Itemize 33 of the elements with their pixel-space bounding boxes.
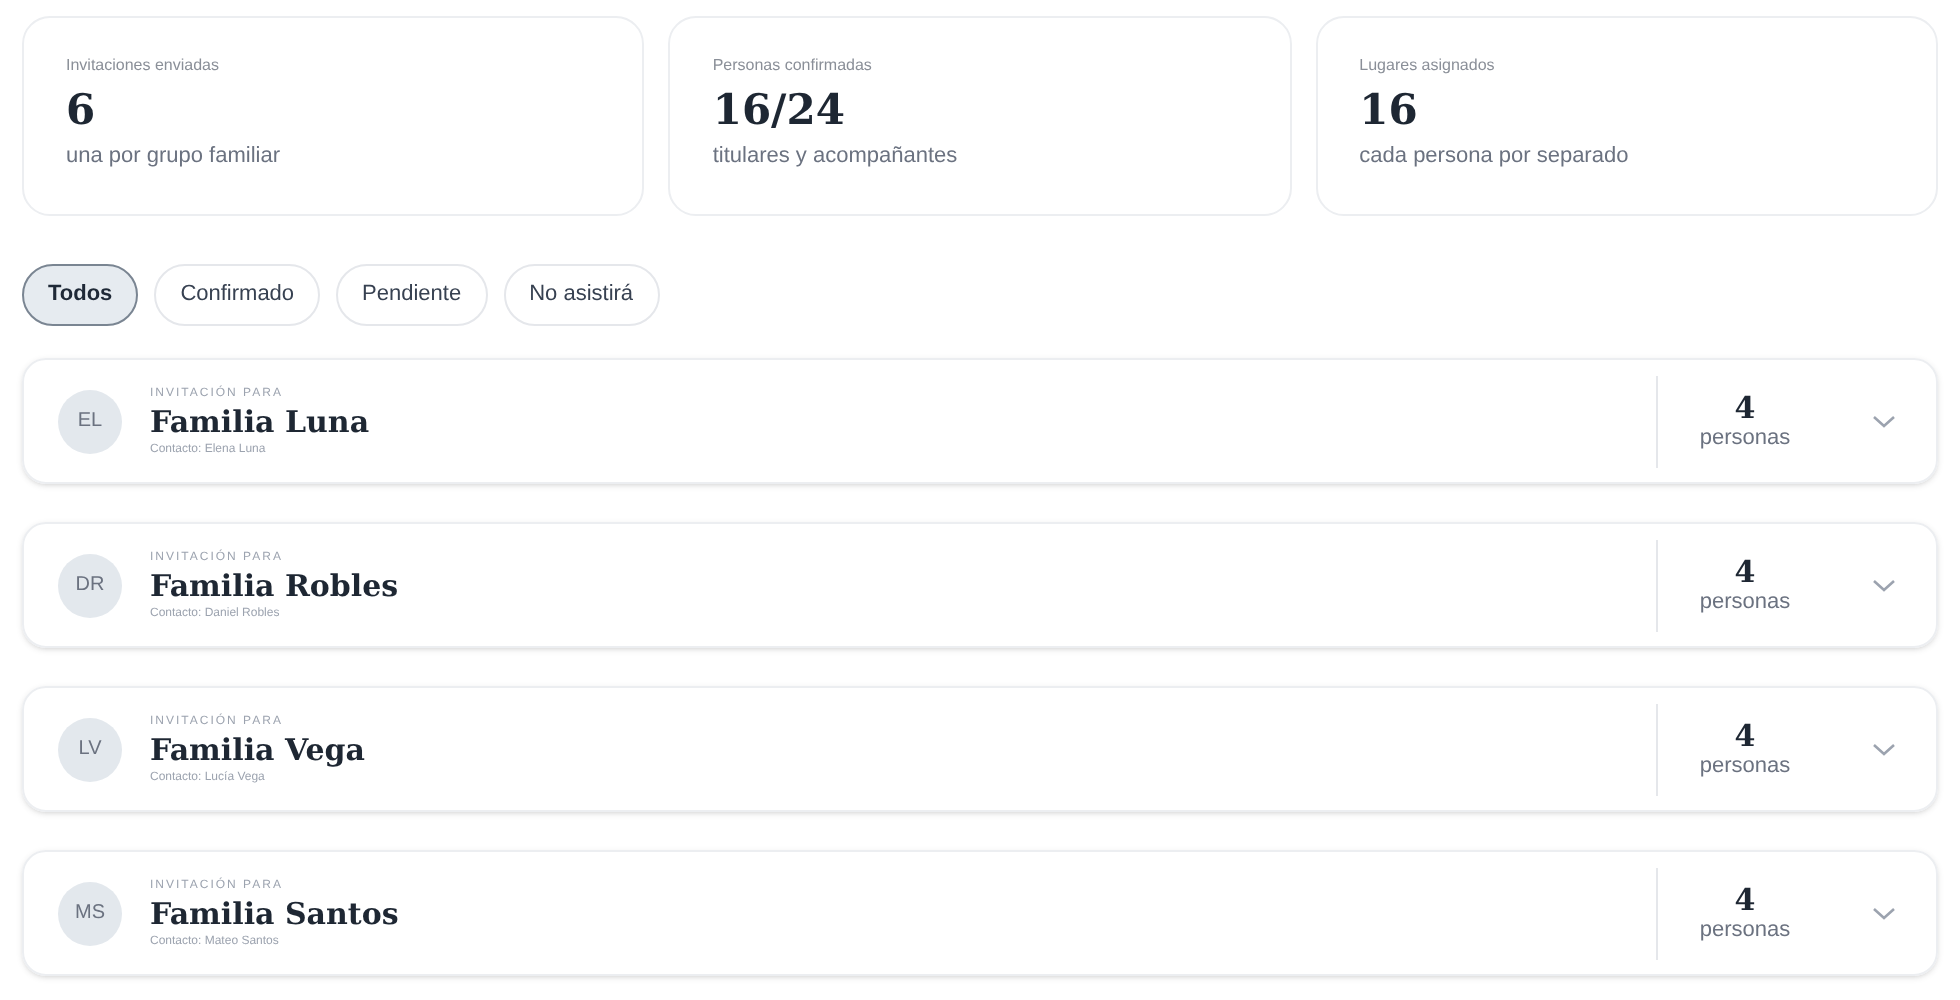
avatar-initials: DR	[58, 553, 122, 617]
guest-unit: personas	[1699, 753, 1791, 779]
avatar-initials: MS	[58, 881, 122, 945]
guest-unit: personas	[1699, 589, 1791, 615]
guest-unit: personas	[1699, 425, 1791, 451]
filter-tab[interactable]: No asistirá	[503, 264, 660, 326]
chevron-icon[interactable]	[1872, 577, 1896, 593]
avatar-initials: EL	[58, 389, 122, 453]
family-name: Familia Santos	[150, 893, 399, 933]
chevron-icon[interactable]	[1872, 905, 1896, 921]
filter-tab[interactable]: Todos	[22, 264, 139, 326]
stat-value: 16	[1359, 84, 1418, 136]
filter-tab[interactable]: Confirmado	[154, 264, 321, 326]
stat-note: cada persona por separado	[1359, 142, 1629, 172]
stat-label: Lugares asignados	[1359, 56, 1495, 76]
stat-value: 6	[66, 84, 96, 136]
family-name: Familia Robles	[150, 565, 399, 605]
guest-count: 4	[1734, 719, 1756, 753]
guest-count: 4	[1734, 883, 1756, 917]
stat-note: una por grupo familiar	[66, 142, 281, 172]
stat-label: Personas confirmadas	[712, 56, 872, 76]
guest-count: 4	[1734, 555, 1756, 589]
family-name: Familia Luna	[150, 401, 370, 441]
stat-value: 16/24	[712, 84, 845, 136]
stat-label: Invitaciones enviadas	[66, 56, 219, 76]
avatar-initials: LV	[58, 717, 122, 781]
chevron-icon[interactable]	[1872, 413, 1896, 429]
guest-count: 4	[1734, 391, 1756, 425]
stat-note: titulares y acompañantes	[712, 142, 958, 172]
guest-unit: personas	[1699, 917, 1791, 943]
filter-tab[interactable]: Pendiente	[336, 264, 488, 326]
chevron-icon[interactable]	[1872, 741, 1896, 757]
family-name: Familia Vega	[150, 729, 365, 769]
